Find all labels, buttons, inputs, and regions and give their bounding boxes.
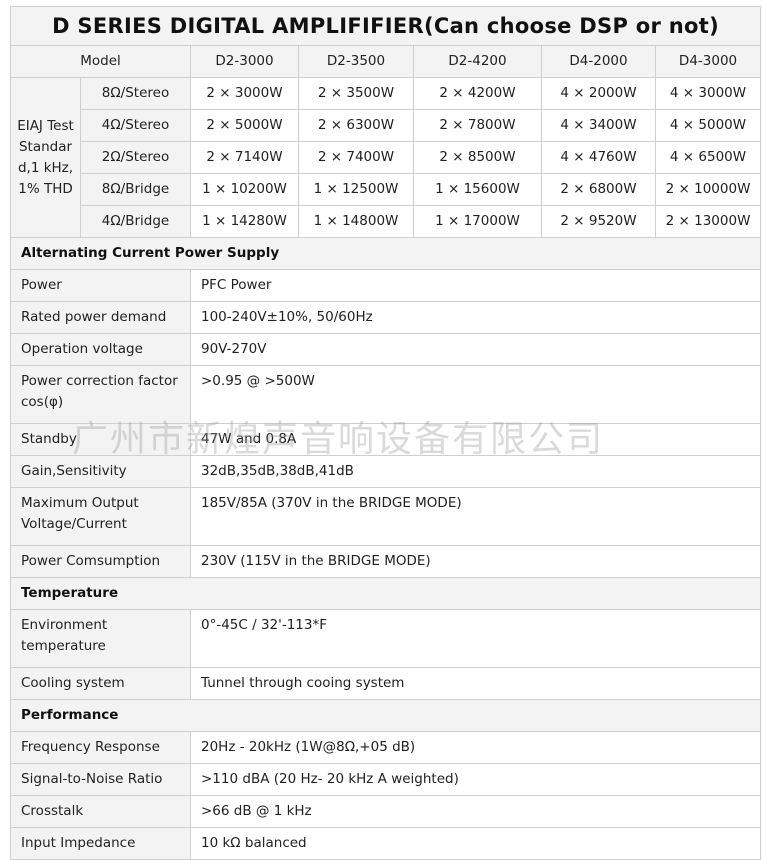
load-mode: 4Ω/Stereo <box>80 109 191 142</box>
section-header-performance: Performance <box>9 699 762 732</box>
spec-label: Input Impedance <box>10 827 191 860</box>
spec-table: D SERIES DIGITAL AMPLIFIFIER(Can choose … <box>9 6 762 860</box>
spec-row: Environment temperature 0°-45C / 32'-113… <box>10 609 762 668</box>
power-cell: 4 × 3400W <box>541 109 656 142</box>
eiaj-label: EIAJ Test Standar d,1 kHz, 1% THD <box>10 77 81 238</box>
spec-value: >0.95 @ >500W <box>189 365 762 424</box>
power-row: 8Ω/Bridge 1 × 10200W 1 × 12500W 1 × 1560… <box>11 173 762 206</box>
spec-row: Crosstalk >66 dB @ 1 kHz <box>10 795 762 828</box>
power-cell: 2 × 7800W <box>413 109 542 142</box>
spec-label: Power correction factor cos(φ) <box>10 365 191 424</box>
power-cell: 1 × 10200W <box>190 173 299 206</box>
spec-row: Power Comsumption 230V (115V in the BRID… <box>10 545 762 578</box>
spec-label: Standby <box>10 423 191 456</box>
power-cell: 2 × 6800W <box>541 173 656 206</box>
power-cell: 2 × 9520W <box>541 205 656 238</box>
spec-row: Input Impedance 10 kΩ balanced <box>10 827 762 860</box>
spec-row: Frequency Response 20Hz - 20kHz (1W@8Ω,+… <box>10 731 762 764</box>
model-label: Model <box>10 45 191 78</box>
spec-row: Signal-to-Noise Ratio >110 dBA (20 Hz- 2… <box>10 763 762 796</box>
spec-label: Rated power demand <box>10 301 191 334</box>
power-cell: 4 × 5000W <box>654 109 762 142</box>
spec-label: Operation voltage <box>10 333 191 366</box>
power-cell: 2 × 5000W <box>190 109 299 142</box>
power-cell: 1 × 17000W <box>413 205 542 238</box>
spec-value: 47W and 0.8A <box>189 423 762 456</box>
spec-value: 0°-45C / 32'-113*F <box>189 609 762 668</box>
power-cell: 2 × 3500W <box>298 77 414 110</box>
spec-value: 230V (115V in the BRIDGE MODE) <box>189 545 762 578</box>
spec-row: Standby 47W and 0.8A <box>10 423 762 456</box>
load-mode: 8Ω/Bridge <box>80 173 191 206</box>
spec-value: 185V/85A (370V in the BRIDGE MODE) <box>189 487 762 546</box>
power-cell: 1 × 14800W <box>298 205 414 238</box>
power-row: 2Ω/Stereo 2 × 7140W 2 × 7400W 2 × 8500W … <box>11 141 762 174</box>
spec-value: 10 kΩ balanced <box>189 827 762 860</box>
model-header: D2-4200 <box>413 45 542 78</box>
section-header-temperature: Temperature <box>9 577 762 610</box>
power-cell: 4 × 6500W <box>654 141 762 174</box>
power-cell: 2 × 10000W <box>654 173 762 206</box>
power-cell: 2 × 4200W <box>413 77 542 110</box>
power-cell: 4 × 3000W <box>654 77 762 110</box>
model-header: D2-3000 <box>190 45 299 78</box>
spec-value: PFC Power <box>189 269 762 302</box>
spec-label: Signal-to-Noise Ratio <box>10 763 191 796</box>
spec-sheet: D SERIES DIGITAL AMPLIFIFIER(Can choose … <box>9 6 762 860</box>
spec-value: 32dB,35dB,38dB,41dB <box>189 455 762 488</box>
spec-label: Maximum Output Voltage/Current <box>10 487 191 546</box>
table-title: D SERIES DIGITAL AMPLIFIFIER(Can choose … <box>9 6 762 46</box>
power-cell: 2 × 8500W <box>413 141 542 174</box>
load-mode: 4Ω/Bridge <box>80 205 191 238</box>
spec-value: Tunnel through cooing system <box>189 667 762 700</box>
spec-value: >66 dB @ 1 kHz <box>189 795 762 828</box>
section-title: Performance <box>9 699 762 732</box>
load-mode: 8Ω/Stereo <box>80 77 191 110</box>
power-row: 4Ω/Stereo 2 × 5000W 2 × 6300W 2 × 7800W … <box>11 109 762 142</box>
power-cell: 2 × 13000W <box>654 205 762 238</box>
spec-label: Gain,Sensitivity <box>10 455 191 488</box>
spec-row: Cooling system Tunnel through cooing sys… <box>10 667 762 700</box>
spec-label: Cooling system <box>10 667 191 700</box>
power-cell: 1 × 14280W <box>190 205 299 238</box>
section-title: Temperature <box>9 577 762 610</box>
power-cell: 2 × 6300W <box>298 109 414 142</box>
spec-label: Power Comsumption <box>10 545 191 578</box>
spec-value: 20Hz - 20kHz (1W@8Ω,+05 dB) <box>189 731 762 764</box>
spec-label: Frequency Response <box>10 731 191 764</box>
power-cell: 2 × 7140W <box>190 141 299 174</box>
power-cell: 2 × 7400W <box>298 141 414 174</box>
spec-label: Environment temperature <box>10 609 191 668</box>
spec-row: Operation voltage 90V-270V <box>10 333 762 366</box>
spec-row: Maximum Output Voltage/Current 185V/85A … <box>10 487 762 546</box>
spec-row: Power PFC Power <box>10 269 762 302</box>
model-header: D4-3000 <box>654 45 762 78</box>
power-cell: 4 × 2000W <box>541 77 656 110</box>
section-title: Alternating Current Power Supply <box>9 237 762 270</box>
spec-label: Power <box>10 269 191 302</box>
power-cell: 1 × 12500W <box>298 173 414 206</box>
load-mode: 2Ω/Stereo <box>80 141 191 174</box>
model-header-row: Model D2-3000 D2-3500 D2-4200 D4-2000 D4… <box>10 45 762 78</box>
model-header: D2-3500 <box>298 45 414 78</box>
power-row: EIAJ Test Standar d,1 kHz, 1% THD 8Ω/Ste… <box>10 77 762 238</box>
spec-value: >110 dBA (20 Hz- 20 kHz A weighted) <box>189 763 762 796</box>
spec-row: Rated power demand 100-240V±10%, 50/60Hz <box>10 301 762 334</box>
spec-row: Gain,Sensitivity 32dB,35dB,38dB,41dB <box>10 455 762 488</box>
power-row: 4Ω/Bridge 1 × 14280W 1 × 14800W 1 × 1700… <box>11 205 762 238</box>
power-cell: 4 × 4760W <box>541 141 656 174</box>
power-cell: 1 × 15600W <box>413 173 542 206</box>
spec-row: Power correction factor cos(φ) >0.95 @ >… <box>10 365 762 424</box>
model-header: D4-2000 <box>541 45 656 78</box>
power-cell: 2 × 3000W <box>190 77 299 110</box>
spec-value: 100-240V±10%, 50/60Hz <box>189 301 762 334</box>
spec-value: 90V-270V <box>189 333 762 366</box>
section-header-ac: Alternating Current Power Supply <box>9 237 762 270</box>
spec-label: Crosstalk <box>10 795 191 828</box>
